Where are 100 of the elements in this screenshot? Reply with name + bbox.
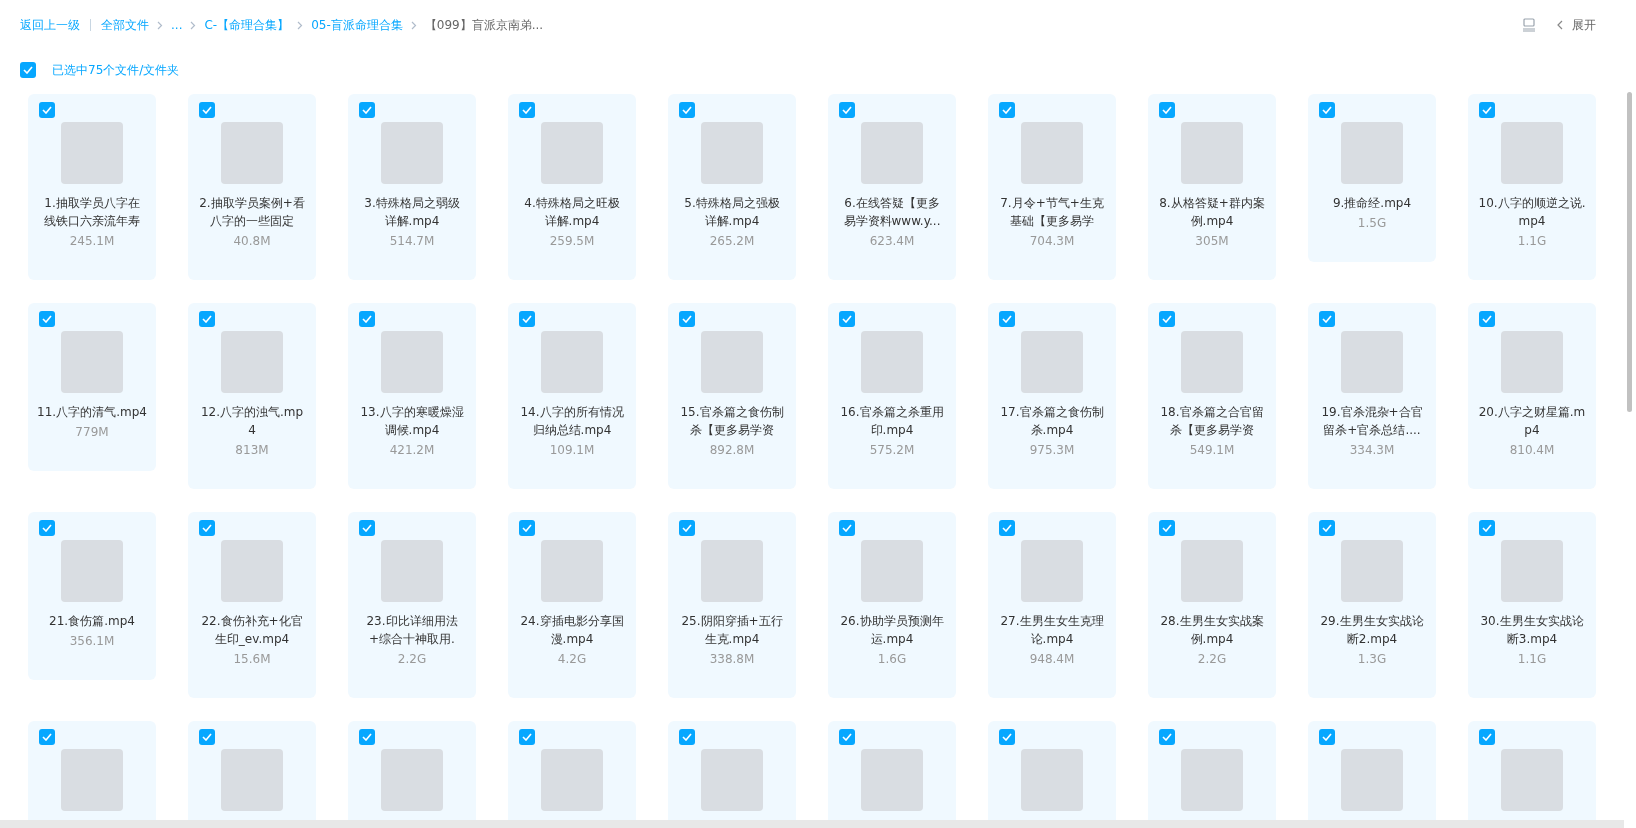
file-card[interactable]: 1.抽取学员八字在 线铁口六亲流年寿 245.1M (28, 94, 156, 280)
checkbox[interactable] (199, 102, 215, 118)
file-card[interactable]: 26.协助学员预测年 运.mp4 1.6G (828, 512, 956, 698)
checkbox[interactable] (1479, 729, 1495, 745)
check-icon (522, 106, 532, 114)
expand-button[interactable]: 展开 (1556, 16, 1596, 34)
file-card[interactable]: 9.推命经.mp4 1.5G (1308, 94, 1436, 262)
file-card[interactable]: 12.八字的浊气.mp 4 813M (188, 303, 316, 489)
checkbox[interactable] (999, 311, 1015, 327)
file-card[interactable]: 19.官杀混杂+合官 留杀+官杀总结.... 334.3M (1308, 303, 1436, 489)
checkbox[interactable] (679, 520, 695, 536)
checkbox[interactable] (359, 520, 375, 536)
file-card[interactable]: 2.抽取学员案例+看 八字的一些固定 40.8M (188, 94, 316, 280)
checkbox[interactable] (39, 311, 55, 327)
checkbox[interactable] (1319, 311, 1335, 327)
file-size: 356.1M (69, 633, 115, 650)
file-card[interactable]: 18.官杀篇之合官留 杀【更多易学资 549.1M (1148, 303, 1276, 489)
checkbox[interactable] (839, 311, 855, 327)
file-card[interactable]: 10.八字的顺逆之说. mp4 1.1G (1468, 94, 1596, 280)
file-card[interactable]: 23.印比详细用法 +综合十神取用. 2.2G (348, 512, 476, 698)
check-icon (682, 315, 692, 323)
file-card[interactable]: 25.阴阳穿插+五行 生克.mp4 338.8M (668, 512, 796, 698)
checkbox[interactable] (679, 311, 695, 327)
file-name: 14.八字的所有情况 归纳总结.mp4 (520, 404, 624, 439)
checkbox[interactable] (1159, 102, 1175, 118)
file-card[interactable]: 3.特殊格局之弱级 详解.mp4 514.7M (348, 94, 476, 280)
check-icon (1162, 315, 1172, 323)
file-name: 1.抽取学员八字在 线铁口六亲流年寿 (44, 195, 140, 230)
checkbox[interactable] (1319, 520, 1335, 536)
checkbox[interactable] (999, 520, 1015, 536)
checkbox[interactable] (359, 729, 375, 745)
file-card[interactable]: 22.食伤补充+化官 生印_ev.mp4 15.6M (188, 512, 316, 698)
checkbox[interactable] (199, 311, 215, 327)
file-card[interactable]: 13.八字的寒暖燥湿 调候.mp4 421.2M (348, 303, 476, 489)
file-card[interactable]: 14.八字的所有情况 归纳总结.mp4 109.1M (508, 303, 636, 489)
checkbox[interactable] (1479, 102, 1495, 118)
file-card[interactable]: 16.官杀篇之杀重用 印.mp4 575.2M (828, 303, 956, 489)
checkbox[interactable] (199, 520, 215, 536)
file-card[interactable]: 4.特殊格局之旺极 详解.mp4 259.5M (508, 94, 636, 280)
checkbox[interactable] (519, 520, 535, 536)
checkbox[interactable] (999, 102, 1015, 118)
checkbox[interactable] (39, 729, 55, 745)
checkbox[interactable] (20, 62, 36, 78)
file-name: 24.穿插电影分享国 漫.mp4 (520, 613, 624, 648)
file-card[interactable]: 24.穿插电影分享国 漫.mp4 4.2G (508, 512, 636, 698)
checkbox[interactable] (39, 520, 55, 536)
checkbox[interactable] (1159, 520, 1175, 536)
file-size: 334.3M (1349, 442, 1395, 459)
file-name: 16.官杀篇之杀重用 印.mp4 (840, 404, 944, 439)
checkbox[interactable] (679, 102, 695, 118)
monitor-icon[interactable] (1522, 18, 1536, 32)
file-card[interactable]: 11.八字的清气.mp4 779M (28, 303, 156, 471)
file-card[interactable]: 21.食伤篇.mp4 356.1M (28, 512, 156, 680)
file-card[interactable]: 8.从格答疑+群内案 例.mp4 305M (1148, 94, 1276, 280)
checkbox[interactable] (679, 729, 695, 745)
checkbox[interactable] (839, 520, 855, 536)
file-card[interactable]: 15.官杀篇之食伤制 杀【更多易学资 892.8M (668, 303, 796, 489)
checkbox[interactable] (999, 729, 1015, 745)
video-thumbnail (381, 540, 443, 602)
checkbox[interactable] (359, 102, 375, 118)
file-card[interactable]: 30.生男生女实战论 断3.mp4 1.1G (1468, 512, 1596, 698)
breadcrumb-link[interactable]: 【099】盲派京南弟... (424, 16, 544, 34)
checkbox[interactable] (199, 729, 215, 745)
file-name: 30.生男生女实战论 断3.mp4 (1480, 613, 1584, 648)
chevron-icon (190, 20, 197, 30)
checkbox[interactable] (1319, 729, 1335, 745)
checkbox[interactable] (1159, 729, 1175, 745)
file-card[interactable]: 6.在线答疑【更多 易学资料www.y... 623.4M (828, 94, 956, 280)
check-icon (362, 733, 372, 741)
video-thumbnail (1181, 122, 1243, 184)
video-thumbnail (1501, 331, 1563, 393)
checkbox[interactable] (839, 729, 855, 745)
file-name: 5.特殊格局之强极 详解.mp4 (684, 195, 780, 230)
checkbox[interactable] (1319, 102, 1335, 118)
checkbox[interactable] (519, 311, 535, 327)
file-card[interactable]: 5.特殊格局之强极 详解.mp4 265.2M (668, 94, 796, 280)
checkbox[interactable] (1159, 311, 1175, 327)
checkbox[interactable] (519, 729, 535, 745)
file-card[interactable]: 28.生男生女实战案 例.mp4 2.2G (1148, 512, 1276, 698)
checkbox[interactable] (1479, 520, 1495, 536)
file-card[interactable]: 29.生男生女实战论 断2.mp4 1.3G (1308, 512, 1436, 698)
file-card[interactable]: 27.生男生女生克理 论.mp4 948.4M (988, 512, 1116, 698)
checkbox[interactable] (839, 102, 855, 118)
checkbox[interactable] (519, 102, 535, 118)
video-thumbnail (1501, 122, 1563, 184)
video-thumbnail (1341, 331, 1403, 393)
file-card[interactable]: 20.八字之财星篇.m p4 810.4M (1468, 303, 1596, 489)
file-name: 23.印比详细用法 +综合十神取用. (366, 613, 458, 648)
check-icon (1322, 524, 1332, 532)
check-icon (202, 733, 212, 741)
file-size: 892.8M (709, 442, 755, 459)
check-icon (1002, 106, 1012, 114)
check-icon (1322, 733, 1332, 741)
checkbox[interactable] (39, 102, 55, 118)
checkbox[interactable] (1479, 311, 1495, 327)
file-size: 810.4M (1509, 442, 1555, 459)
file-card[interactable]: 7.月令+节气+生克 基础【更多易学 704.3M (988, 94, 1116, 280)
checkbox[interactable] (359, 311, 375, 327)
file-card[interactable]: 17.官杀篇之食伤制 杀.mp4 975.3M (988, 303, 1116, 489)
scrollbar[interactable] (1627, 92, 1632, 412)
